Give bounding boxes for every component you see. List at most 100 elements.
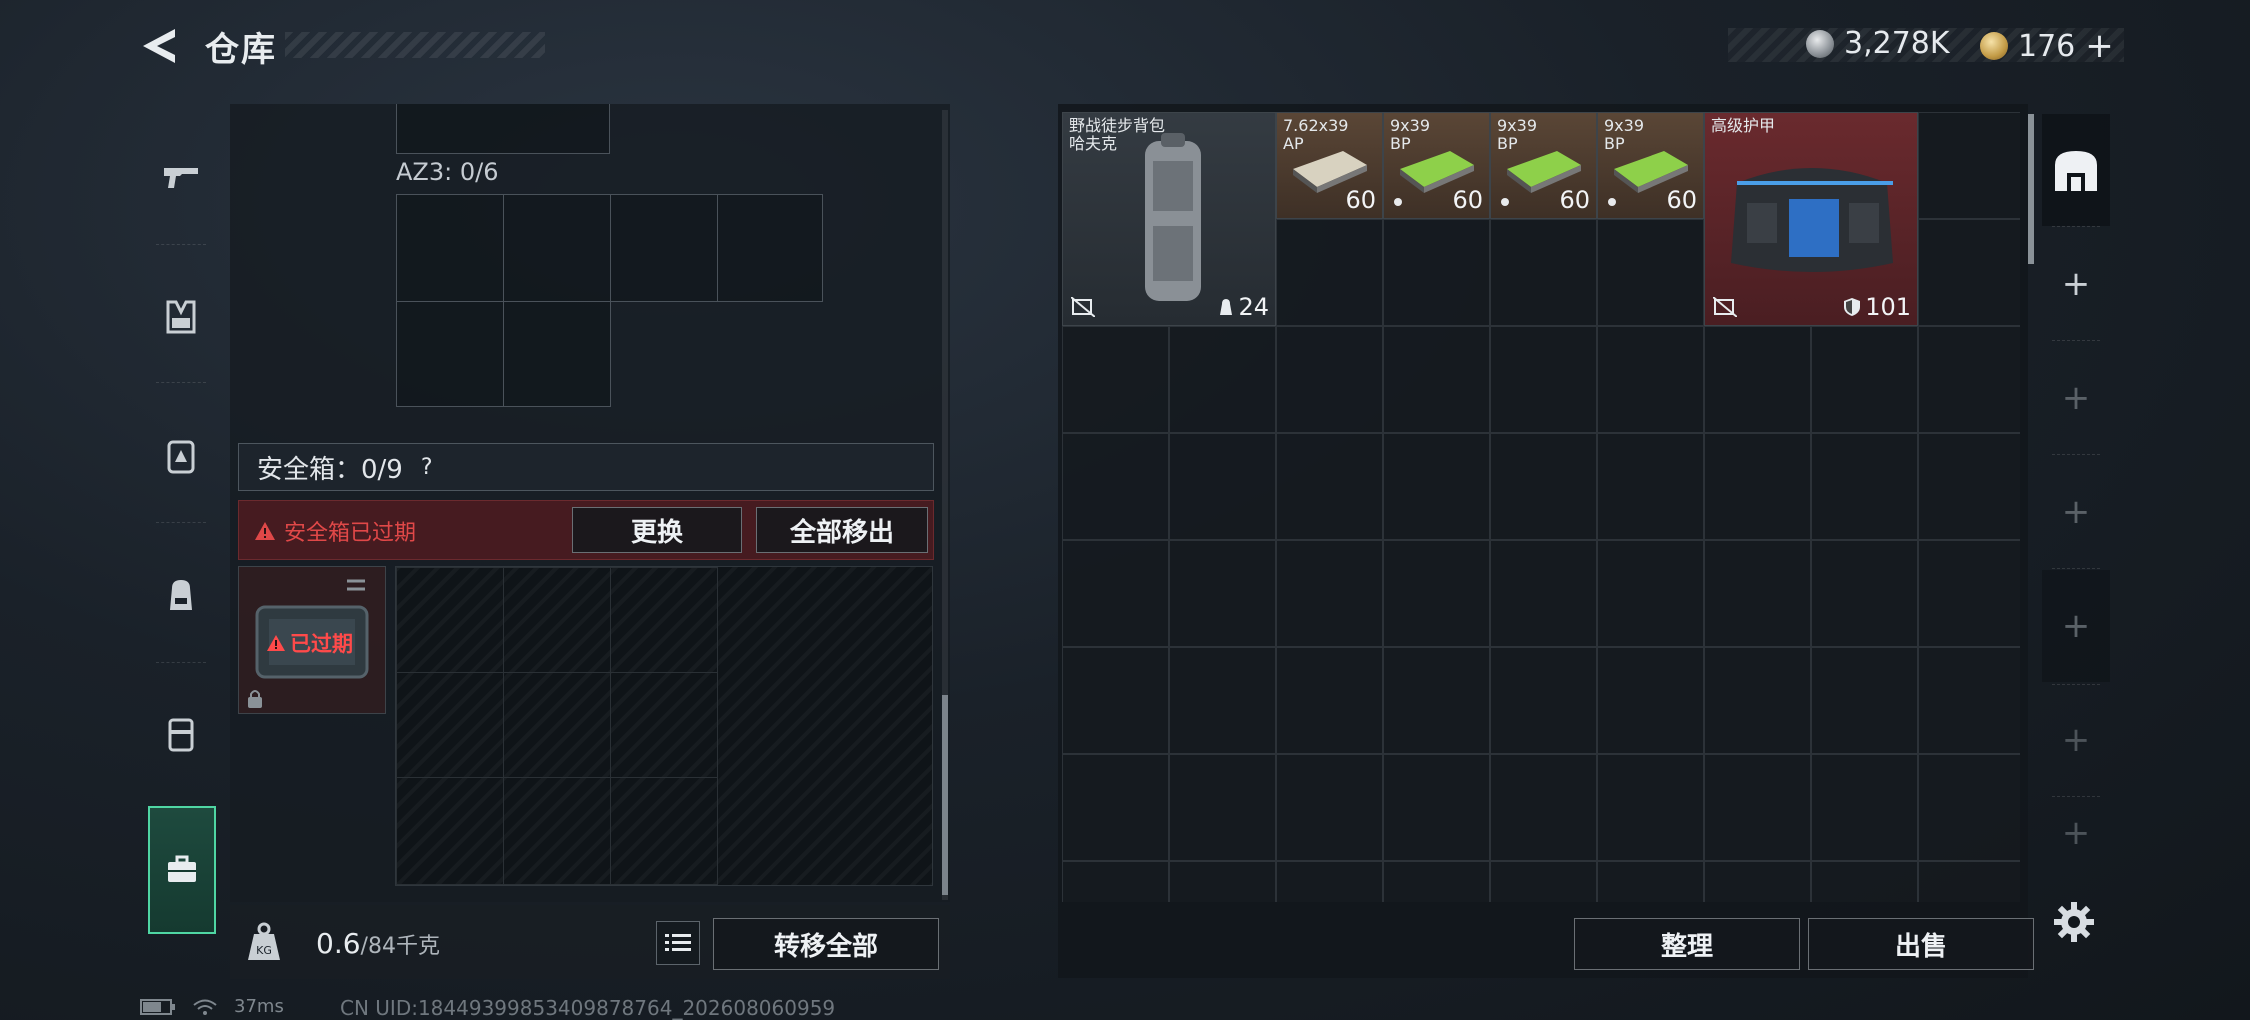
grid-slot[interactable] — [1918, 861, 2020, 902]
grid-slot[interactable] — [1169, 433, 1276, 540]
grid-slot[interactable] — [1383, 326, 1490, 433]
grid-slot[interactable] — [1704, 540, 1811, 647]
inventory-item-ammo-green[interactable]: 9x39 BP 60 — [1597, 112, 1704, 219]
sidebar-item-backpack[interactable] — [138, 540, 224, 650]
replace-button[interactable]: 更换 — [572, 507, 742, 553]
sidebar-item-safebox[interactable] — [148, 806, 216, 934]
grid-slot[interactable] — [1918, 326, 2020, 433]
grid-slot[interactable] — [1597, 754, 1704, 861]
sidebar-item-container[interactable] — [138, 680, 224, 790]
sidebar-item-chest-rig[interactable] — [138, 262, 224, 372]
grid-slot[interactable] — [1169, 540, 1276, 647]
grid-slot[interactable] — [1597, 647, 1704, 754]
grid-slot[interactable] — [396, 301, 504, 407]
grid-slot[interactable] — [1062, 861, 1169, 902]
grid-slot[interactable] — [1490, 219, 1597, 326]
grid-slot[interactable] — [1383, 861, 1490, 902]
grid-slot[interactable] — [1811, 647, 1918, 754]
inventory-item-backpack[interactable]: 野战徒步背包 哈夫克 24 — [1062, 112, 1276, 326]
grid-slot[interactable] — [1597, 326, 1704, 433]
grid-slot[interactable] — [1062, 326, 1169, 433]
grid-slot[interactable] — [1811, 540, 1918, 647]
grid-slot[interactable] — [1597, 540, 1704, 647]
ammo-dot-icon — [1501, 198, 1509, 206]
grid-slot[interactable] — [1169, 326, 1276, 433]
grid-slot[interactable] — [1383, 219, 1490, 326]
add-warehouse-tab-button[interactable]: + — [2042, 228, 2110, 340]
grid-slot[interactable] — [1597, 219, 1704, 326]
warehouse-scrollbar-thumb[interactable] — [2028, 114, 2034, 264]
grid-slot[interactable] — [1811, 754, 1918, 861]
grid-slot[interactable] — [1811, 326, 1918, 433]
grid-slot[interactable] — [1918, 647, 2020, 754]
grid-slot — [503, 567, 611, 673]
inventory-item-ammo-green[interactable]: 9x39 BP 60 — [1490, 112, 1597, 219]
locked-warehouse-tab[interactable]: + — [2042, 456, 2110, 568]
grid-slot[interactable] — [1490, 754, 1597, 861]
locked-warehouse-tab[interactable]: + — [2042, 798, 2110, 868]
grid-slot[interactable] — [1169, 647, 1276, 754]
back-arrow-icon[interactable] — [135, 25, 185, 67]
grid-slot[interactable] — [1918, 433, 2020, 540]
grid-slot[interactable] — [1597, 433, 1704, 540]
grid-slot[interactable] — [1918, 112, 2020, 219]
grid-slot[interactable] — [1276, 326, 1383, 433]
locked-warehouse-tab[interactable]: + — [2042, 570, 2110, 682]
help-button[interactable]: ? — [421, 455, 433, 480]
grid-slot[interactable] — [1383, 540, 1490, 647]
move-all-out-button[interactable]: 全部移出 — [756, 507, 928, 553]
inventory-item-ammo-brown[interactable]: 7.62x39 AP 60 — [1276, 112, 1383, 219]
grid-slot[interactable] — [1383, 647, 1490, 754]
grid-slot[interactable] — [1383, 433, 1490, 540]
grid-slot[interactable] — [503, 301, 611, 407]
grid-slot[interactable] — [1704, 647, 1811, 754]
grid-slot[interactable] — [1704, 754, 1811, 861]
grid-slot[interactable] — [1490, 540, 1597, 647]
sidebar-item-armor[interactable] — [138, 402, 224, 512]
grid-slot[interactable] — [1490, 326, 1597, 433]
grid-slot[interactable] — [1597, 861, 1704, 902]
add-currency-button[interactable]: + — [2085, 26, 2114, 66]
grid-slot[interactable] — [1490, 433, 1597, 540]
grid-slot[interactable] — [1383, 754, 1490, 861]
sell-button[interactable]: 出售 — [1808, 918, 2034, 970]
grid-slot[interactable] — [717, 194, 823, 302]
grid-slot[interactable] — [1918, 540, 2020, 647]
sidebar-item-pistol[interactable] — [138, 122, 224, 232]
grid-slot[interactable] — [396, 104, 610, 154]
grid-slot[interactable] — [1811, 861, 1918, 902]
grid-slot[interactable] — [1276, 219, 1383, 326]
list-view-button[interactable] — [656, 921, 700, 965]
grid-slot[interactable] — [1704, 861, 1811, 902]
grid-slot[interactable] — [1062, 647, 1169, 754]
grid-slot[interactable] — [1490, 647, 1597, 754]
grid-slot[interactable] — [1704, 433, 1811, 540]
grid-slot[interactable] — [1276, 433, 1383, 540]
grid-slot[interactable] — [1704, 326, 1811, 433]
locked-warehouse-tab[interactable]: + — [2042, 684, 2110, 796]
grid-slot[interactable] — [1062, 433, 1169, 540]
grid-slot[interactable] — [1490, 861, 1597, 902]
settings-gear-icon[interactable] — [2052, 900, 2096, 944]
grid-slot[interactable] — [610, 194, 718, 302]
grid-slot[interactable] — [1276, 647, 1383, 754]
grid-slot[interactable] — [1276, 754, 1383, 861]
inventory-item-armor[interactable]: 高级护甲 101 — [1704, 112, 1918, 326]
warehouse-tab-home[interactable] — [2042, 114, 2110, 226]
transfer-all-button[interactable]: 转移全部 — [713, 918, 939, 970]
grid-slot[interactable] — [1918, 754, 2020, 861]
grid-slot[interactable] — [1811, 433, 1918, 540]
grid-slot[interactable] — [1918, 219, 2020, 326]
grid-slot[interactable] — [1276, 861, 1383, 902]
inventory-item-ammo-green[interactable]: 9x39 BP 60 — [1383, 112, 1490, 219]
grid-slot[interactable] — [503, 194, 611, 302]
grid-slot[interactable] — [1169, 754, 1276, 861]
grid-slot[interactable] — [1062, 754, 1169, 861]
organize-button[interactable]: 整理 — [1574, 918, 1800, 970]
left-scrollbar-thumb[interactable] — [942, 695, 948, 895]
grid-slot[interactable] — [1169, 861, 1276, 902]
grid-slot[interactable] — [1062, 540, 1169, 647]
locked-warehouse-tab[interactable]: + — [2042, 342, 2110, 454]
grid-slot[interactable] — [396, 194, 504, 302]
grid-slot[interactable] — [1276, 540, 1383, 647]
